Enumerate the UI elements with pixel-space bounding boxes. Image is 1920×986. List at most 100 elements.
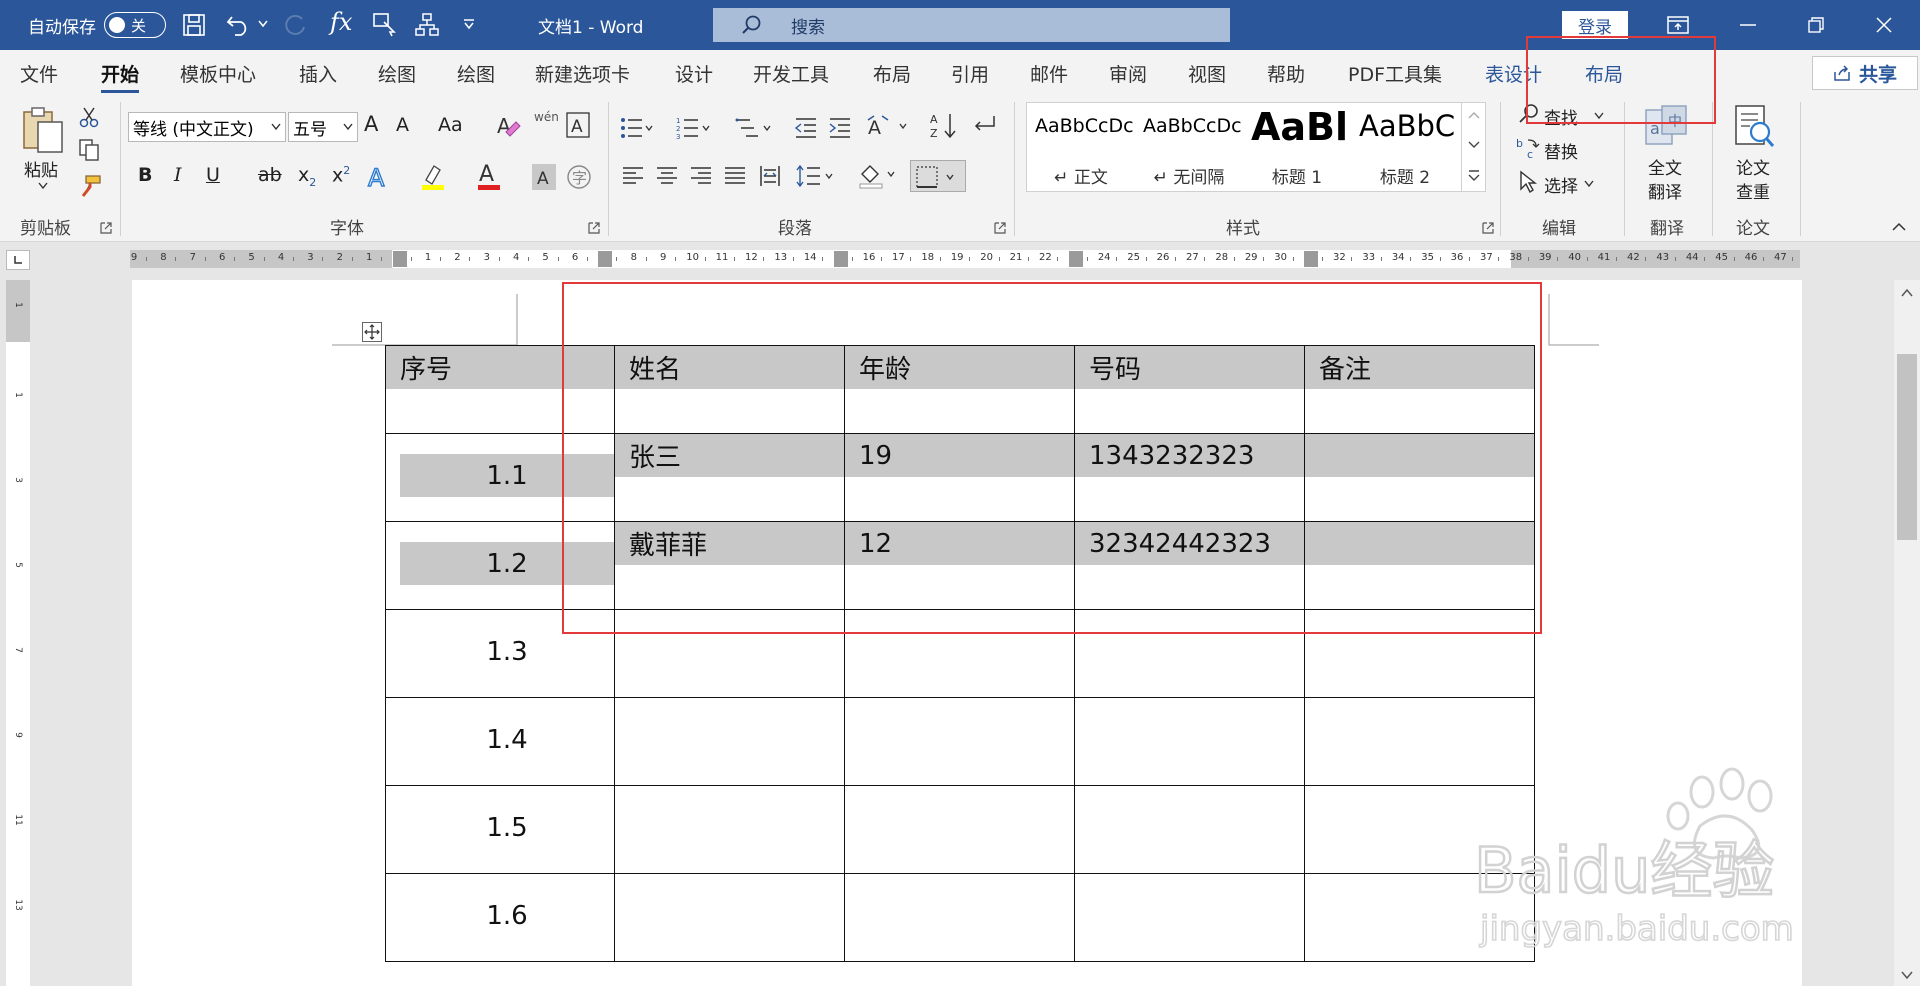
text-effects-icon[interactable]: A (366, 164, 392, 190)
autosave-control[interactable]: 自动保存 关 (28, 0, 166, 50)
replace-icon[interactable]: bc (1516, 136, 1540, 160)
chevron-down-icon[interactable] (1468, 141, 1480, 149)
tab-help[interactable]: 帮助 (1267, 60, 1305, 87)
increase-indent-icon[interactable] (828, 116, 852, 140)
table-cell[interactable] (844, 785, 1075, 874)
table-cell[interactable]: 1.6 (385, 873, 615, 962)
replace-button[interactable]: 替换 (1544, 138, 1578, 163)
select-icon[interactable] (1518, 170, 1538, 194)
column-marker[interactable] (392, 251, 407, 267)
numbering-icon[interactable]: 123 (676, 116, 712, 140)
search-box[interactable]: 搜索 (713, 8, 1230, 42)
table-cell[interactable] (614, 785, 845, 874)
dialog-launcher-icon[interactable] (100, 222, 112, 234)
style-no-spacing[interactable]: AaBbCcDc ↵ 无间隔 (1135, 103, 1243, 191)
chevron-down-icon[interactable] (38, 182, 48, 190)
change-case-button[interactable]: Aa (438, 114, 463, 136)
collapse-ribbon-icon[interactable] (1892, 222, 1906, 232)
tab-view[interactable]: 视图 (1188, 60, 1226, 87)
clear-formatting-icon[interactable]: A (496, 114, 522, 138)
scroll-thumb[interactable] (1897, 354, 1917, 540)
column-marker[interactable] (598, 251, 613, 267)
subscript-button[interactable]: x2 (298, 164, 316, 189)
enclose-characters-icon[interactable]: 字 (566, 164, 592, 190)
paper-check-label-2[interactable]: 查重 (1736, 178, 1770, 203)
dialog-launcher-icon[interactable] (1482, 222, 1494, 234)
table-cell[interactable] (1074, 697, 1305, 786)
font-name-select[interactable]: 等线 (中文正文) (128, 112, 286, 142)
align-left-icon[interactable] (622, 166, 644, 186)
shrink-font-button[interactable]: A (396, 114, 409, 136)
tab-draw-2[interactable]: 绘图 (457, 60, 495, 87)
chinese-layout-icon[interactable]: A (866, 114, 912, 140)
style-heading-1[interactable]: AaBl 标题 1 (1243, 103, 1351, 191)
close-button[interactable] (1854, 0, 1914, 50)
format-painter-icon[interactable] (78, 174, 102, 198)
styles-scroll[interactable] (1461, 103, 1485, 191)
tab-home[interactable]: 开始 (101, 60, 140, 93)
vertical-scrollbar[interactable] (1894, 280, 1920, 986)
undo-icon[interactable] (226, 13, 252, 37)
dialog-launcher-icon[interactable] (588, 222, 600, 234)
align-right-icon[interactable] (690, 166, 712, 186)
chevron-up-icon[interactable] (1468, 111, 1480, 119)
chevron-down-icon[interactable] (1584, 180, 1594, 188)
dialog-launcher-icon[interactable] (994, 222, 1006, 234)
formula-icon[interactable]: fx (330, 8, 352, 36)
column-marker[interactable] (833, 251, 848, 267)
multilevel-list-icon[interactable] (734, 116, 774, 140)
tab-new-tab[interactable]: 新建选项卡 (535, 60, 630, 87)
select-button[interactable]: 选择 (1544, 172, 1578, 197)
line-spacing-icon[interactable] (796, 164, 838, 188)
save-icon[interactable] (182, 13, 206, 37)
borders-button[interactable] (910, 160, 966, 192)
copy-icon[interactable] (78, 138, 100, 162)
share-button[interactable]: 共享 (1812, 56, 1918, 90)
scroll-up-icon[interactable] (1901, 288, 1913, 298)
chevron-down-icon[interactable] (258, 20, 268, 28)
style-heading-2[interactable]: AaBbC 标题 2 (1351, 103, 1459, 191)
table-cell[interactable] (844, 873, 1075, 962)
shading-icon[interactable] (858, 162, 898, 190)
restore-button[interactable] (1786, 0, 1846, 50)
bold-button[interactable]: B (138, 164, 152, 186)
tab-design[interactable]: 设计 (675, 60, 713, 87)
bullets-icon[interactable] (620, 116, 654, 140)
tab-draw[interactable]: 绘图 (378, 60, 416, 87)
plagiarism-check-icon[interactable] (1732, 104, 1776, 150)
distributed-icon[interactable] (758, 164, 782, 188)
customize-toolbar-icon[interactable] (462, 18, 476, 30)
superscript-button[interactable]: x2 (332, 164, 350, 186)
paste-label[interactable]: 粘贴 (24, 156, 58, 181)
autosave-toggle[interactable]: 关 (104, 12, 166, 38)
column-marker[interactable] (1068, 251, 1083, 267)
full-translate-label-2[interactable]: 翻译 (1648, 178, 1682, 203)
paper-check-label-1[interactable]: 论文 (1736, 154, 1770, 179)
grow-font-button[interactable]: A (364, 112, 378, 136)
table-cell[interactable]: 1.5 (385, 785, 615, 874)
sort-icon[interactable]: AZ (930, 112, 958, 140)
tab-insert[interactable]: 插入 (299, 60, 337, 87)
strikethrough-button[interactable]: ab (258, 164, 282, 186)
font-color-icon[interactable]: A (476, 160, 502, 192)
table-cell[interactable] (1074, 785, 1305, 874)
full-translate-label-1[interactable]: 全文 (1648, 154, 1682, 179)
underline-button[interactable]: U (206, 164, 220, 186)
show-marks-icon[interactable] (970, 114, 998, 138)
tab-template-center[interactable]: 模板中心 (180, 60, 256, 87)
decrease-indent-icon[interactable] (794, 116, 818, 140)
horizontal-ruler[interactable]: 9 8 7 6 5 4 3 2 1 1 2 3 4 5 6 8 9 10 11 12 13 14 16 17 18 19 20 21 2… (130, 250, 1800, 268)
tab-layout[interactable]: 布局 (873, 60, 911, 87)
tab-file[interactable]: 文件 (20, 60, 58, 87)
tab-pdf-tools[interactable]: PDF工具集 (1348, 60, 1442, 87)
column-marker[interactable] (1304, 251, 1318, 267)
table-cell[interactable] (614, 697, 845, 786)
more-styles-icon[interactable] (1468, 169, 1480, 181)
cut-icon[interactable] (78, 106, 100, 128)
highlight-icon[interactable] (420, 162, 446, 192)
table-cell[interactable]: 1.4 (385, 697, 615, 786)
phonetic-guide-button[interactable]: wén (534, 110, 559, 124)
tab-review[interactable]: 审阅 (1109, 60, 1147, 87)
table-cell[interactable] (844, 697, 1075, 786)
font-size-select[interactable]: 五号 (288, 112, 358, 142)
